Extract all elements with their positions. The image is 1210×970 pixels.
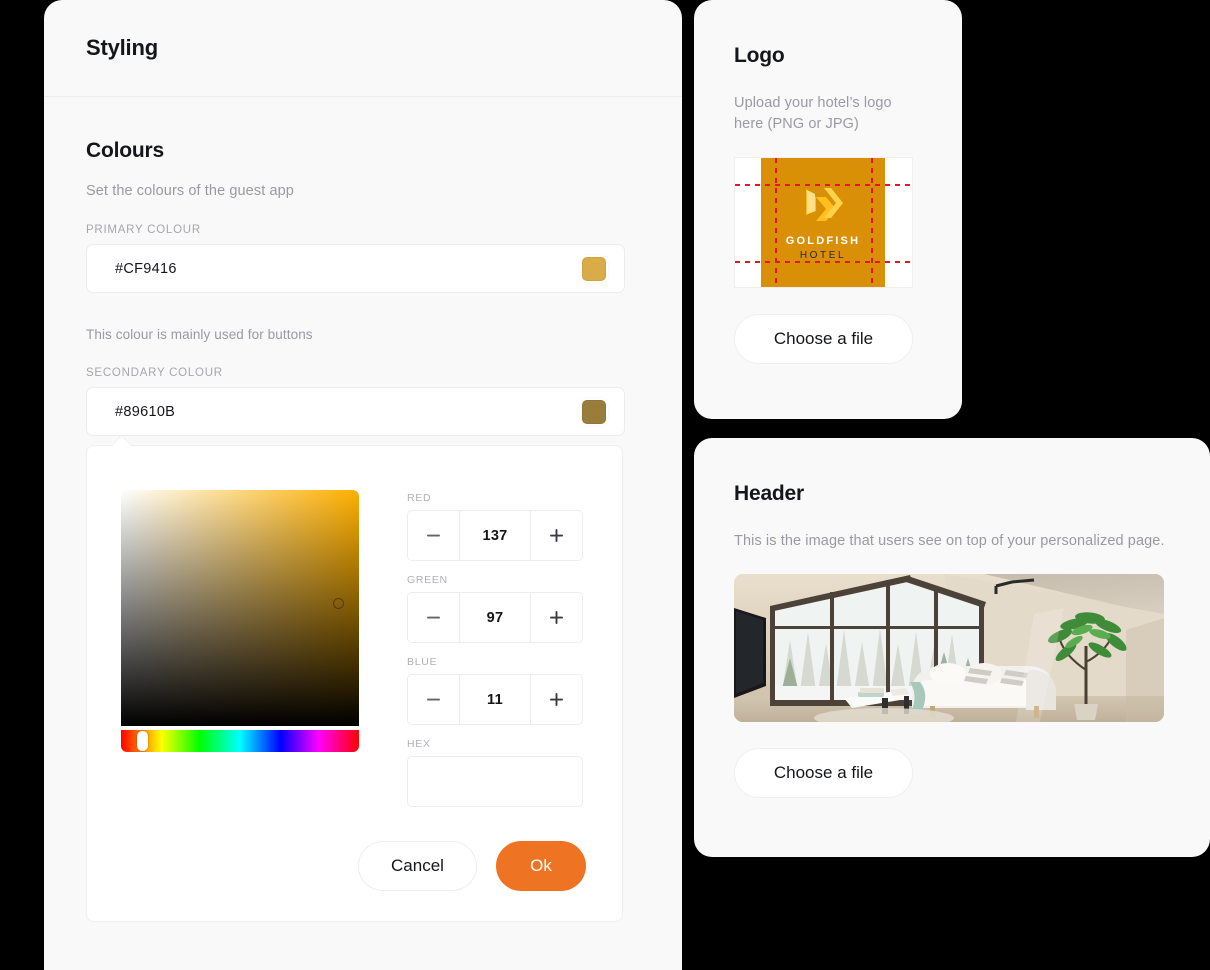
- primary-colour-label: PRIMARY COLOUR: [86, 224, 201, 236]
- crop-guide-right: [871, 158, 873, 287]
- saturation-value-gradient[interactable]: [121, 490, 359, 726]
- page-title: Styling: [86, 35, 158, 60]
- logo-brand-name: GOLDFISH: [785, 234, 861, 247]
- secondary-colour-label: SECONDARY COLOUR: [86, 367, 223, 379]
- blue-increment-button[interactable]: [531, 675, 582, 724]
- minus-icon: [427, 698, 440, 701]
- logo-preview-image: GOLDFISH HOTEL: [734, 157, 913, 288]
- primary-colour-swatch[interactable]: [582, 256, 606, 281]
- header-preview-image: [734, 574, 1164, 722]
- ok-button[interactable]: Ok: [496, 841, 586, 891]
- secondary-colour-value: #89610B: [115, 403, 176, 420]
- minus-icon: [427, 616, 440, 619]
- green-channel-label: GREEN: [407, 574, 448, 586]
- styling-panel-header: Styling: [44, 0, 682, 97]
- primary-colour-value: #CF9416: [115, 260, 177, 277]
- header-card-title: Header: [734, 482, 805, 505]
- red-stepper: 137: [407, 510, 583, 561]
- red-decrement-button[interactable]: [408, 511, 459, 560]
- primary-colour-helper-text: This colour is mainly used for buttons: [86, 327, 313, 342]
- logo-card-title: Logo: [734, 44, 785, 67]
- hex-label: HEX: [407, 738, 431, 750]
- saturation-value-handle[interactable]: [333, 598, 344, 609]
- logo-card: Logo Upload your hotel’s logo here (PNG …: [694, 0, 962, 419]
- green-stepper: 97: [407, 592, 583, 643]
- red-channel-label: RED: [407, 492, 432, 504]
- app-screen: Styling Colours Set the colours of the g…: [0, 0, 1210, 970]
- hex-input[interactable]: [407, 756, 583, 807]
- colours-section-subtitle: Set the colours of the guest app: [86, 183, 294, 199]
- header-choose-file-button[interactable]: Choose a file: [734, 748, 913, 798]
- green-increment-button[interactable]: [531, 593, 582, 642]
- cabin-interior-illustration: [734, 574, 1164, 722]
- green-decrement-button[interactable]: [408, 593, 459, 642]
- secondary-colour-input[interactable]: #89610B: [86, 387, 625, 436]
- rgb-channel-controls: RED 137 GREEN 97 BLUE 11 HEX: [407, 490, 588, 807]
- blue-stepper: 11: [407, 674, 583, 725]
- colour-picker-popup: RED 137 GREEN 97 BLUE 11 HEX Cancel Ok: [86, 434, 623, 922]
- blue-value[interactable]: 11: [459, 675, 531, 724]
- crop-guide-bottom: [735, 261, 912, 263]
- secondary-colour-swatch[interactable]: [582, 399, 606, 424]
- red-value[interactable]: 137: [459, 511, 531, 560]
- green-value[interactable]: 97: [459, 593, 531, 642]
- styling-panel: Styling Colours Set the colours of the g…: [44, 0, 682, 970]
- plus-icon: [550, 693, 563, 706]
- blue-decrement-button[interactable]: [408, 675, 459, 724]
- header-card-subtitle: This is the image that users see on top …: [734, 533, 1165, 549]
- logo-card-subtitle: Upload your hotel’s logo here (PNG or JP…: [734, 95, 892, 132]
- goldfish-logo-mark: [806, 187, 843, 221]
- blue-channel-label: BLUE: [407, 656, 438, 668]
- logo-artwork: GOLDFISH HOTEL: [761, 158, 885, 287]
- hue-slider[interactable]: [121, 730, 359, 752]
- header-card: Header This is the image that users see …: [694, 438, 1210, 857]
- popup-arrow: [110, 434, 133, 457]
- picker-actions: Cancel Ok: [121, 841, 588, 891]
- colours-section-title: Colours: [86, 139, 164, 162]
- crop-guide-top: [735, 184, 912, 186]
- primary-colour-input[interactable]: #CF9416: [86, 244, 625, 293]
- plus-icon: [550, 611, 563, 624]
- styling-panel-body: Colours Set the colours of the guest app…: [44, 97, 682, 922]
- crop-guide-left: [775, 158, 777, 287]
- cancel-button[interactable]: Cancel: [358, 841, 477, 891]
- logo-choose-file-button[interactable]: Choose a file: [734, 314, 913, 364]
- red-increment-button[interactable]: [531, 511, 582, 560]
- saturation-value-area[interactable]: [121, 490, 359, 752]
- plus-icon: [550, 529, 563, 542]
- hue-slider-handle[interactable]: [137, 731, 148, 751]
- minus-icon: [427, 534, 440, 537]
